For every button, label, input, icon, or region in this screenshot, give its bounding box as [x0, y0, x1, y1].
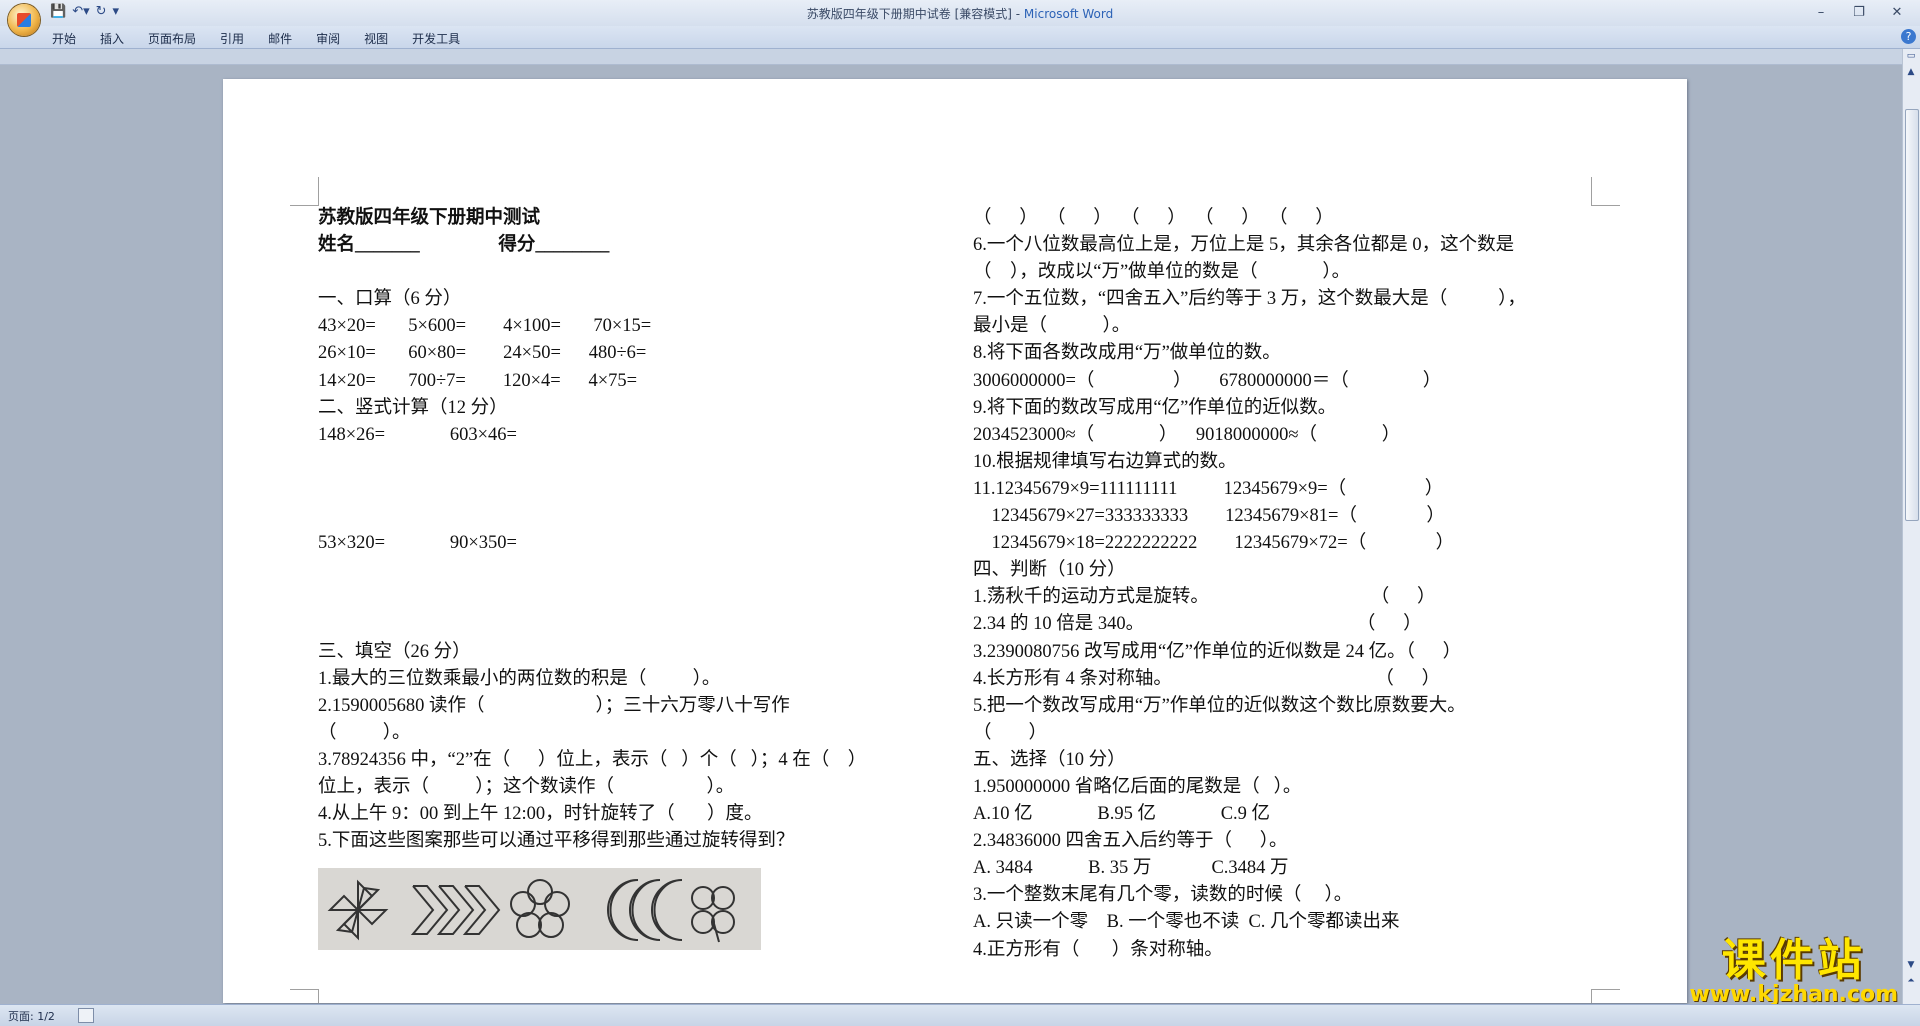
tab-7[interactable]: 开发工具	[412, 30, 460, 47]
text-line: 12345679×18=2222222222 12345679×72=（ ）	[973, 533, 1455, 554]
text-line: 四、判断（10 分）	[973, 560, 1126, 581]
text-line	[318, 557, 866, 584]
text-line: 14×20= 700÷7= 120×4= 4×75=	[318, 370, 638, 391]
office-logo-icon	[17, 13, 31, 27]
text-line: 姓名_______ 得分________	[318, 235, 610, 256]
left-column: 苏教版四年级下册期中测试姓名_______ 得分________ 一、口算（6 分…	[318, 205, 866, 855]
watermark-text: 课件站	[1721, 935, 1866, 986]
close-icon[interactable]: ✕	[1880, 2, 1914, 22]
text-line: （ ），改成以“万”做单位的数是（ ）。	[973, 262, 1351, 283]
text-line: 三、填空（26 分）	[318, 641, 471, 662]
ribbon-tabs: 开始 插入 页面布局 引用 邮件 审阅 视图 开发工具 ?	[0, 26, 1920, 49]
margin-mark	[290, 177, 319, 206]
text-line: 1.荡秋千的运动方式是旋转。 （ ）	[973, 587, 1436, 608]
text-line	[318, 259, 866, 286]
text-line: 26×10= 60×80= 24×50= 480÷6=	[318, 343, 647, 364]
text-line: 二、竖式计算（12 分）	[318, 397, 508, 418]
tab-0[interactable]: 开始	[52, 30, 76, 47]
restore-icon[interactable]: ❐	[1842, 2, 1876, 22]
pattern-shapes-image	[318, 868, 761, 950]
page-indicator[interactable]: 页面: 1/2	[8, 1008, 55, 1024]
right-column: （ ） （ ） （ ） （ ） （ ） 6.一个八位数最高位上是，万位上是 5，其…	[973, 205, 1526, 964]
window-controls: – ❐ ✕	[1804, 2, 1914, 22]
prev-page-icon[interactable]: ⏶	[1905, 976, 1917, 990]
text-line: （ ） （ ） （ ） （ ） （ ）	[973, 208, 1334, 228]
title-bar: 💾 ↶▾ ↻ ▾ 苏教版四年级下册期中试卷 [兼容模式] - Microsoft…	[0, 0, 1920, 36]
margin-mark	[1591, 177, 1620, 206]
text-line: 53×320= 90×350=	[318, 533, 517, 554]
text-line: 10.根据规律填写右边算式的数。	[973, 451, 1237, 472]
text-line: 1.最大的三位数乘最小的两位数的积是（ ）。	[318, 668, 721, 689]
text-line: 最小是（ ）。	[973, 316, 1131, 337]
text-line: 3.2390080756 改写成用“亿”作单位的近似数是 24 亿。（ ）	[973, 641, 1462, 662]
text-line: 位上，表示（ ）；这个数读作（ ）。	[318, 776, 735, 797]
proofing-icon[interactable]	[78, 1008, 94, 1023]
text-line: 一、口算（6 分）	[318, 289, 462, 310]
text-line: 148×26= 603×46=	[318, 424, 517, 445]
minimize-icon[interactable]: –	[1804, 2, 1838, 22]
text-line: 5.把一个数改写成用“万”作单位的近似数这个数比原数要大。	[973, 695, 1466, 716]
text-line: 6.一个八位数最高位上是，万位上是 5，其余各位都是 0，这个数是	[973, 235, 1515, 256]
text-line	[318, 503, 866, 530]
scroll-down-icon[interactable]: ▼	[1905, 960, 1917, 974]
window-title: 苏教版四年级下册期中试卷 [兼容模式] - Microsoft Word	[806, 7, 1114, 21]
text-line: 3006000000=（ ） 6780000000＝（ ）	[973, 370, 1442, 391]
tab-3[interactable]: 引用	[220, 30, 244, 47]
text-line: 五、选择（10 分）	[973, 749, 1126, 770]
ruler-toggle-icon[interactable]: ▭	[1905, 51, 1917, 65]
text-line: 3.一个整数末尾有几个零，读数的时候（ ）。	[973, 885, 1353, 906]
text-line: A. 3484 B. 35 万 C.3484 万	[973, 858, 1289, 879]
watermark-logo: 课件站 www.kjzhan.com	[1689, 924, 1898, 1007]
text-line	[318, 611, 866, 638]
tab-2[interactable]: 页面布局	[148, 30, 196, 47]
text-line: 苏教版四年级下册期中测试	[318, 208, 541, 228]
text-line: （ ）。	[318, 722, 411, 743]
ribbon-collapsed	[0, 49, 1920, 65]
text-line: （ ）	[973, 722, 1048, 743]
text-line: 2.34 的 10 倍是 340。 （ ）	[973, 614, 1422, 635]
help-icon[interactable]: ?	[1901, 29, 1916, 44]
text-line: 11.12345679×9=111111111 12345679×9=（ ）	[973, 478, 1444, 499]
tab-1[interactable]: 插入	[100, 30, 124, 47]
scrollbar-thumb[interactable]	[1905, 109, 1919, 521]
ribbon-tab-list: 开始 插入 页面布局 引用 邮件 审阅 视图 开发工具	[52, 30, 484, 47]
document-page[interactable]: 苏教版四年级下册期中测试姓名_______ 得分________ 一、口算（6 分…	[223, 79, 1687, 1003]
text-line	[318, 584, 866, 611]
pattern-figure	[318, 868, 761, 950]
text-line: 4.从上午 9：00 到上午 12:00，时针旋转了（ ）度。	[318, 804, 763, 825]
text-line: 4.正方形有（ ）条对称轴。	[973, 939, 1223, 960]
text-line: 5.下面这些图案那些可以通过平移得到那些通过旋转得到？	[318, 831, 795, 852]
office-button[interactable]	[8, 4, 40, 36]
text-line: 2.34836000 四舍五入后约等于（ ）。	[973, 831, 1288, 852]
text-line: 2.1590005680 读作（ ）；三十六万零八十写作	[318, 695, 790, 716]
text-line	[318, 476, 866, 503]
text-line: 43×20= 5×600= 4×100= 70×15=	[318, 316, 652, 337]
text-line: 1.950000000 省略亿后面的尾数是（ ）。	[973, 776, 1302, 797]
text-line: 9.将下面的数改写成用“亿”作单位的近似数。	[973, 397, 1337, 418]
tab-4[interactable]: 邮件	[268, 30, 292, 47]
scroll-up-icon[interactable]: ▲	[1905, 67, 1917, 81]
vertical-scrollbar[interactable]: ▭ ▲ ▼ ⏶	[1902, 49, 1920, 1004]
text-line: 4.长方形有 4 条对称轴。 （ ）	[973, 668, 1441, 689]
margin-mark	[290, 989, 319, 1003]
text-line: 12345679×27=333333333 12345679×81=（ ）	[973, 506, 1445, 527]
text-line: 8.将下面各数改成用“万”做单位的数。	[973, 343, 1281, 364]
text-line: A.10 亿 B.95 亿 C.9 亿	[973, 804, 1271, 825]
text-line: 2034523000≈（ ） 9018000000≈（ ）	[973, 424, 1401, 445]
text-line: 3.78924356 中，“2”在（ ）位上，表示（ ）个（ ）；4 在（ ）	[318, 749, 867, 770]
margin-mark	[1591, 989, 1620, 1003]
tab-6[interactable]: 视图	[364, 30, 388, 47]
text-line: 7.一个五位数，“四舍五入”后约等于 3 万，这个数最大是（ ），	[973, 289, 1526, 310]
text-line: A. 只读一个零 B. 一个零也不读 C. 几个零都读出来	[973, 912, 1400, 933]
text-line	[318, 449, 866, 476]
status-bar: 页面: 1/2	[0, 1004, 1920, 1026]
tab-5[interactable]: 审阅	[316, 30, 340, 47]
